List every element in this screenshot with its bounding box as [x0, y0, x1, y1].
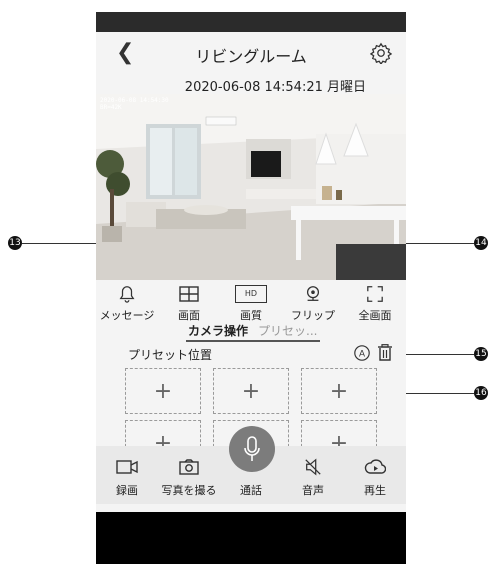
- tab-camera-control[interactable]: カメラ操作: [188, 322, 248, 339]
- microphone-icon: [244, 436, 260, 461]
- gear-icon[interactable]: [370, 42, 392, 64]
- fullscreen-label: 全画面: [358, 309, 392, 322]
- fullscreen-button[interactable]: 全画面: [344, 280, 406, 322]
- callout-16: 16: [474, 386, 488, 400]
- talk-label: 通話: [240, 484, 262, 497]
- playback-button[interactable]: 再生: [344, 446, 406, 504]
- playback-icon: [364, 459, 386, 474]
- audio-label: 音声: [302, 484, 324, 497]
- osd-timestamp: 2020-06-08 14:54:30: [100, 97, 169, 104]
- page-title: リビングルーム: [195, 47, 307, 66]
- hd-icon: HD: [235, 285, 267, 303]
- callout-15-line: [395, 354, 474, 355]
- snapshot-button[interactable]: 写真を撮る: [158, 446, 220, 504]
- webcam-icon: [306, 286, 320, 301]
- header: ❮ リビングルーム: [96, 32, 406, 76]
- callout-13: 13: [8, 236, 22, 250]
- message-label: メッセージ: [99, 309, 155, 322]
- status-bar: [96, 12, 406, 32]
- system-nav-bar: [96, 512, 406, 564]
- message-button[interactable]: メッセージ: [96, 280, 158, 322]
- preset-position-label: プリセット位置: [128, 348, 213, 362]
- callout-14: 14: [474, 236, 488, 250]
- video-record-icon: [116, 460, 138, 474]
- speaker-mute-icon: [305, 458, 321, 476]
- datetime-display: 2020-06-08 14:54:21 月曜日: [184, 80, 366, 95]
- svg-text:A: A: [359, 349, 365, 359]
- quality-button[interactable]: HD 画質: [220, 280, 282, 322]
- camera-feed[interactable]: 2020-06-08 14:54:30 BR=42K: [96, 94, 406, 280]
- preset-slot-3[interactable]: +: [301, 368, 377, 414]
- record-button[interactable]: 録画: [96, 446, 158, 504]
- screen-label: 画面: [178, 309, 200, 322]
- control-tabs: カメラ操作 プリセッ...: [96, 322, 406, 346]
- talk-mic-button[interactable]: [229, 426, 275, 472]
- flip-label: フリップ: [291, 309, 335, 322]
- auto-icon[interactable]: A: [353, 344, 371, 362]
- tab-preset[interactable]: プリセッ...: [258, 322, 317, 339]
- tab-underline: [186, 340, 320, 342]
- audio-button[interactable]: 音声: [282, 446, 344, 504]
- screen-button[interactable]: 画面: [158, 280, 220, 322]
- split-screen-icon: [179, 286, 199, 302]
- osd-bitrate: BR=42K: [100, 104, 122, 111]
- bell-icon: [119, 286, 135, 303]
- playback-label: 再生: [364, 484, 386, 497]
- video-osd: 2020-06-08 14:54:30 BR=42K: [100, 97, 169, 111]
- trash-icon[interactable]: [377, 344, 393, 362]
- quality-label: 画質: [240, 309, 262, 322]
- camera-icon: [179, 459, 199, 475]
- record-label: 録画: [116, 484, 138, 497]
- preset-slot-2[interactable]: +: [213, 368, 289, 414]
- preset-slot-1[interactable]: +: [125, 368, 201, 414]
- control-toolbar: メッセージ 画面 HD 画質 フリップ 全画面: [96, 280, 406, 322]
- fullscreen-icon: [367, 286, 383, 302]
- phone-screen: ❮ リビングルーム 2020-06-08 14:54:21 月曜日 2020-0…: [96, 12, 406, 564]
- snapshot-label: 写真を撮る: [161, 484, 217, 497]
- callout-15: 15: [474, 347, 488, 361]
- flip-button[interactable]: フリップ: [282, 280, 344, 322]
- room-scene: [96, 94, 406, 280]
